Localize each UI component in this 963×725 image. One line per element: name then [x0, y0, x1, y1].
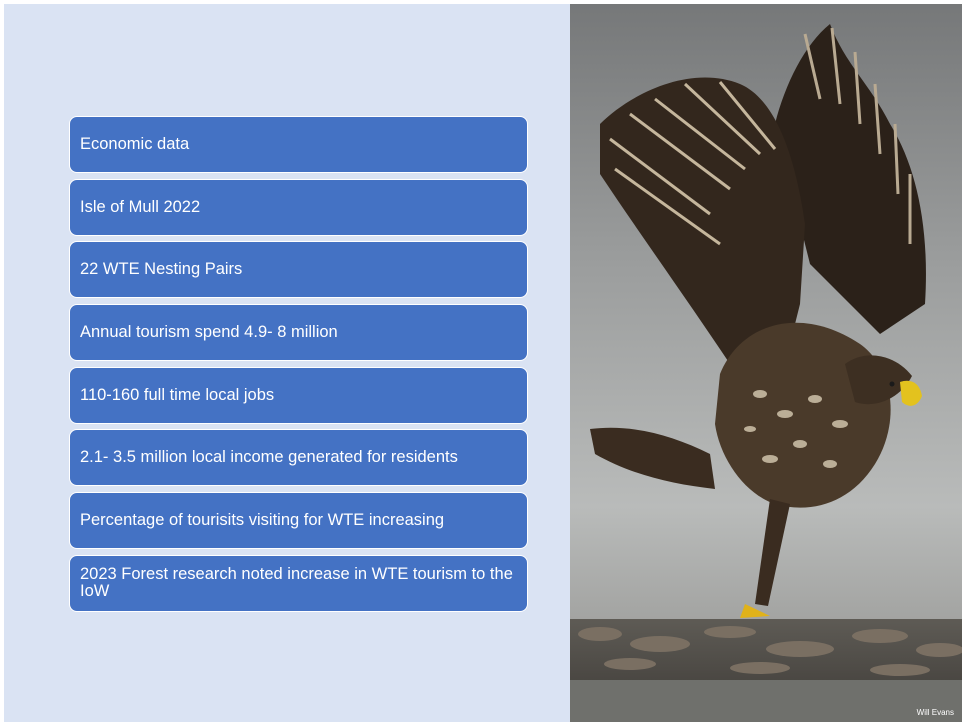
eagle-photo: Will Evans [570, 4, 962, 722]
list-item-local-jobs: 110-160 full time local jobs [69, 366, 528, 424]
list-item-label: 22 WTE Nesting Pairs [80, 260, 243, 279]
photo-credit: Will Evans [916, 708, 954, 717]
list-item-local-income: 2.1- 3.5 million local income generated … [69, 429, 528, 487]
list-item-forest-research: 2023 Forest research noted increase in W… [69, 554, 528, 612]
economic-data-list: Economic data Isle of Mull 2022 22 WTE N… [69, 116, 528, 618]
list-item-isle-of-mull: Isle of Mull 2022 [69, 178, 528, 236]
list-item-label: Percentage of tourisits visiting for WTE… [80, 511, 445, 530]
list-item-label: 110-160 full time local jobs [80, 385, 275, 404]
list-item-tourist-percentage: Percentage of tourisits visiting for WTE… [69, 492, 528, 550]
list-item-economic-data: Economic data [69, 116, 528, 173]
eagle-illustration [570, 4, 962, 722]
list-item-tourism-spend: Annual tourism spend 4.9- 8 million [69, 304, 528, 362]
slide: Economic data Isle of Mull 2022 22 WTE N… [4, 4, 962, 722]
list-item-label: Isle of Mull 2022 [80, 197, 201, 216]
list-item-label: Economic data [80, 135, 190, 153]
list-item-label: 2023 Forest research noted increase in W… [80, 565, 513, 601]
list-item-label: Annual tourism spend 4.9- 8 million [80, 323, 338, 342]
list-item-nesting-pairs: 22 WTE Nesting Pairs [69, 241, 528, 299]
list-item-label: 2.1- 3.5 million local income generated … [80, 448, 458, 467]
